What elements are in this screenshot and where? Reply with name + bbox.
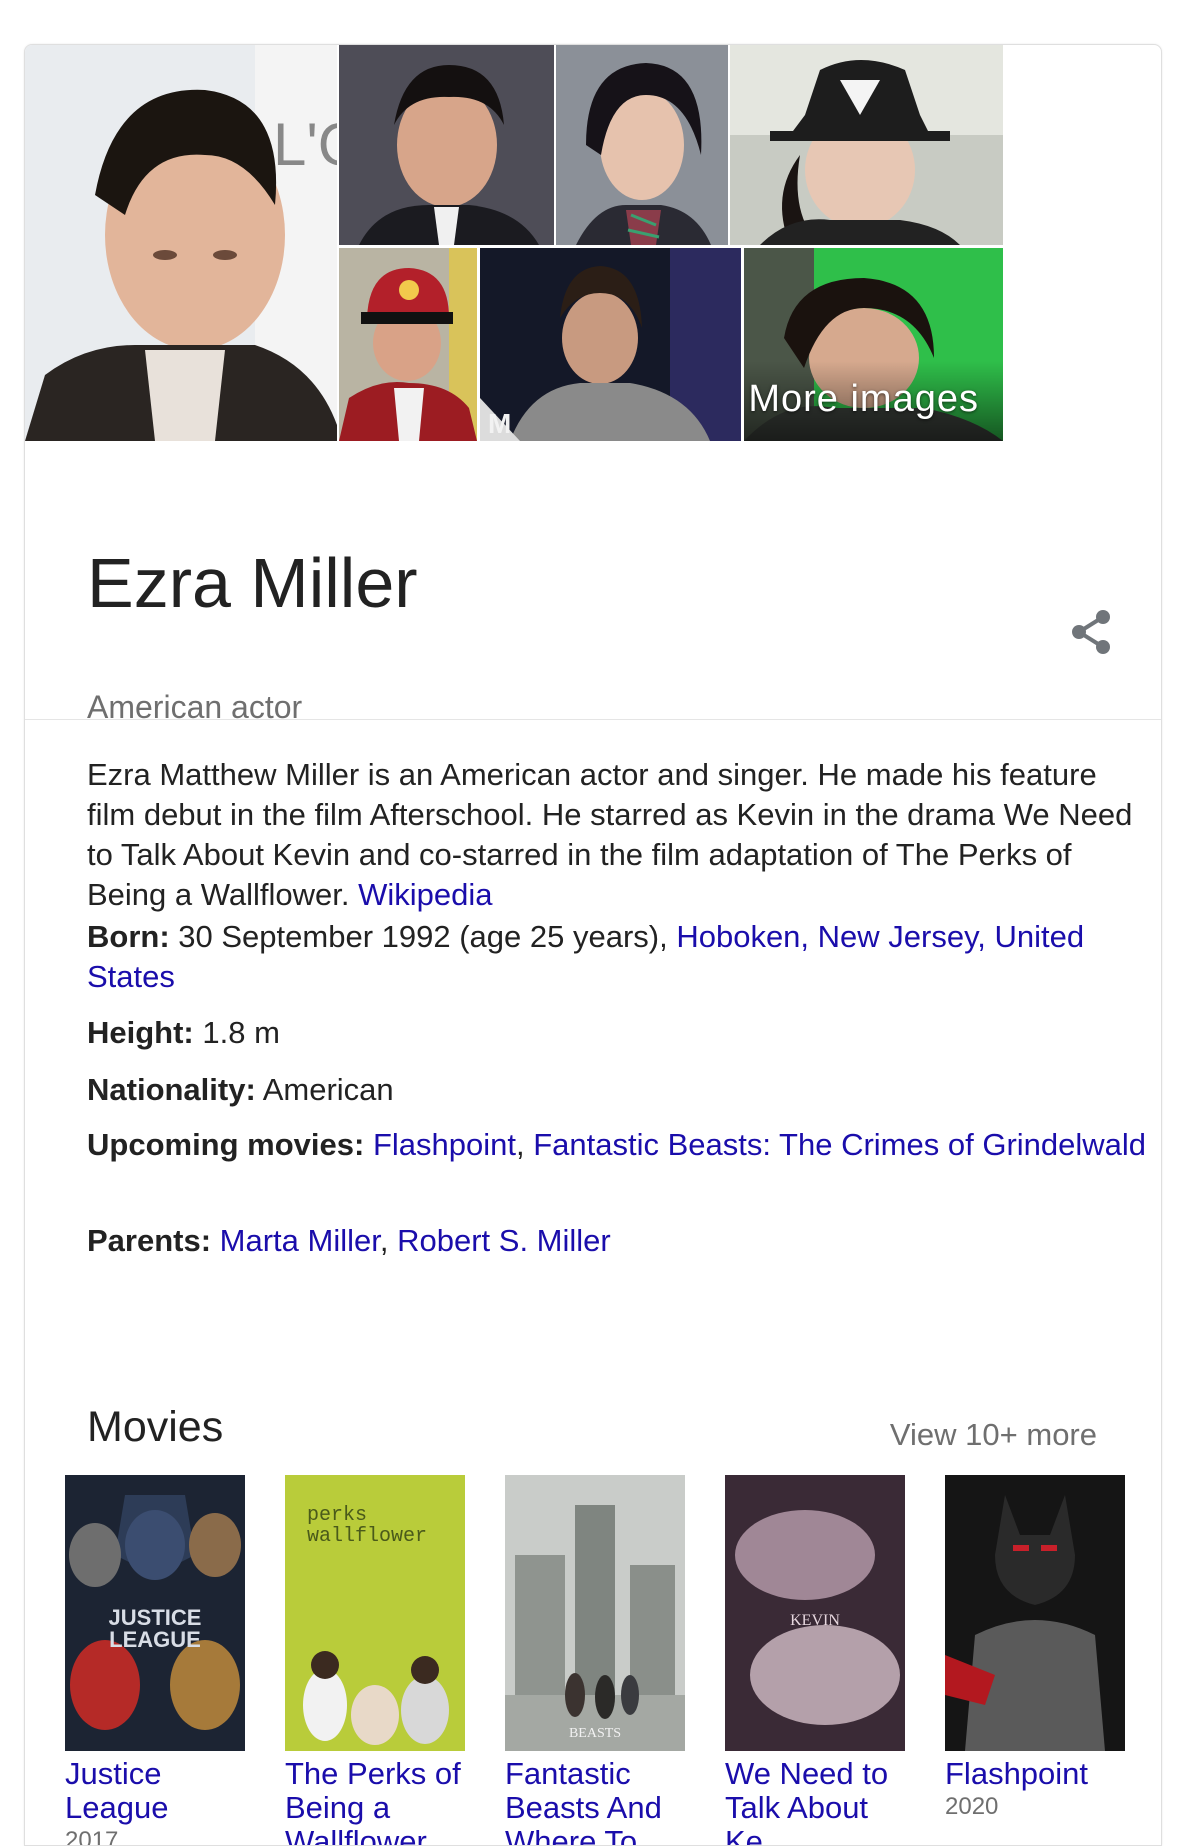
fact-label: Upcoming movies: [87, 1127, 365, 1162]
photo-5[interactable] [339, 248, 477, 441]
photo-2[interactable] [339, 45, 554, 245]
movie-title[interactable]: Justice League [65, 1757, 245, 1825]
svg-text:KEVIN: KEVIN [790, 1612, 840, 1629]
fact-born: Born: 30 September 1992 (age 25 years), … [87, 917, 1147, 997]
wikipedia-link[interactable]: Wikipedia [358, 877, 492, 912]
photo-7[interactable]: More images [744, 248, 1003, 441]
birthplace-link[interactable]: Hoboken, New Jersey, [676, 919, 986, 954]
movie-poster[interactable]: KEVIN [725, 1475, 905, 1751]
separator: , [379, 1223, 389, 1258]
upcoming-movie-link[interactable]: Fantastic Beasts: The Crimes of Grindelw… [533, 1127, 1146, 1162]
movie-year: 2020 [945, 1793, 999, 1820]
entity-summary: Ezra Matthew Miller is an American actor… [87, 755, 1147, 915]
fact-value: American [262, 1072, 394, 1107]
movie-title[interactable]: We Need to Talk About Ke... [725, 1757, 905, 1846]
movie-card[interactable]: perks wallflower The Perks of Being a Wa… [285, 1475, 465, 1846]
fact-value: 30 September 1992 (age 25 years), [178, 919, 668, 954]
movies-heading: Movies [87, 1403, 224, 1451]
section-divider [25, 719, 1161, 720]
movie-year: 2017 [65, 1827, 119, 1846]
parent-link[interactable]: Robert S. Miller [397, 1223, 611, 1258]
more-images-link[interactable]: More images [748, 378, 979, 421]
movie-poster[interactable]: perks wallflower [285, 1475, 465, 1751]
movie-title[interactable]: The Perks of Being a Wallflower [285, 1757, 465, 1846]
fact-label: Born: [87, 919, 170, 954]
view-more-link[interactable]: View 10+ more [890, 1417, 1097, 1453]
svg-text:LEAGUE: LEAGUE [109, 1627, 201, 1652]
share-icon[interactable] [1065, 605, 1119, 659]
fact-parents: Parents: Marta Miller, Robert S. Miller [87, 1221, 1147, 1261]
svg-text:wallflower: wallflower [307, 1525, 427, 1548]
entity-subtitle: American actor [87, 689, 303, 725]
photo-3[interactable] [556, 45, 728, 245]
movie-title[interactable]: Fantastic Beasts And Where To... [505, 1757, 685, 1846]
summary-text: Ezra Matthew Miller is an American actor… [87, 757, 1133, 912]
fact-height: Height: 1.8 m [87, 1013, 1147, 1053]
entity-title: Ezra Miller [87, 544, 418, 622]
photo-6[interactable]: M [480, 248, 741, 441]
movie-card[interactable]: Flashpoint 2020 [945, 1475, 1125, 1821]
movie-card[interactable]: KEVIN We Need to Talk About Ke... [725, 1475, 905, 1846]
movie-poster[interactable]: JUSTICE LEAGUE [65, 1475, 245, 1751]
photo-4[interactable] [730, 45, 1003, 245]
movie-poster[interactable]: BEASTS [505, 1475, 685, 1751]
main-photo[interactable]: L'O [25, 45, 337, 441]
upcoming-movie-link[interactable]: Flashpoint [373, 1127, 516, 1162]
movie-card[interactable]: BEASTS Fantastic Beasts And Where To... [505, 1475, 685, 1846]
movie-title[interactable]: Flashpoint [945, 1757, 1125, 1791]
knowledge-panel: L'O [24, 44, 1162, 1846]
fact-value: 1.8 m [202, 1015, 280, 1050]
movie-poster[interactable] [945, 1475, 1125, 1751]
parent-link[interactable]: Marta Miller [220, 1223, 380, 1258]
svg-text:M: M [488, 408, 511, 439]
svg-text:L'O: L'O [273, 111, 337, 178]
fact-label: Nationality: [87, 1072, 256, 1107]
fact-label: Height: [87, 1015, 194, 1050]
separator: , [515, 1127, 525, 1162]
svg-text:perks: perks [307, 1504, 367, 1527]
movie-card[interactable]: JUSTICE LEAGUE Justice League 2017 [65, 1475, 245, 1846]
fact-nationality: Nationality: American [87, 1070, 1147, 1110]
fact-upcoming-movies: Upcoming movies: Flashpoint, Fantastic B… [87, 1125, 1147, 1165]
svg-text:BEASTS: BEASTS [569, 1726, 621, 1741]
fact-label: Parents: [87, 1223, 212, 1258]
